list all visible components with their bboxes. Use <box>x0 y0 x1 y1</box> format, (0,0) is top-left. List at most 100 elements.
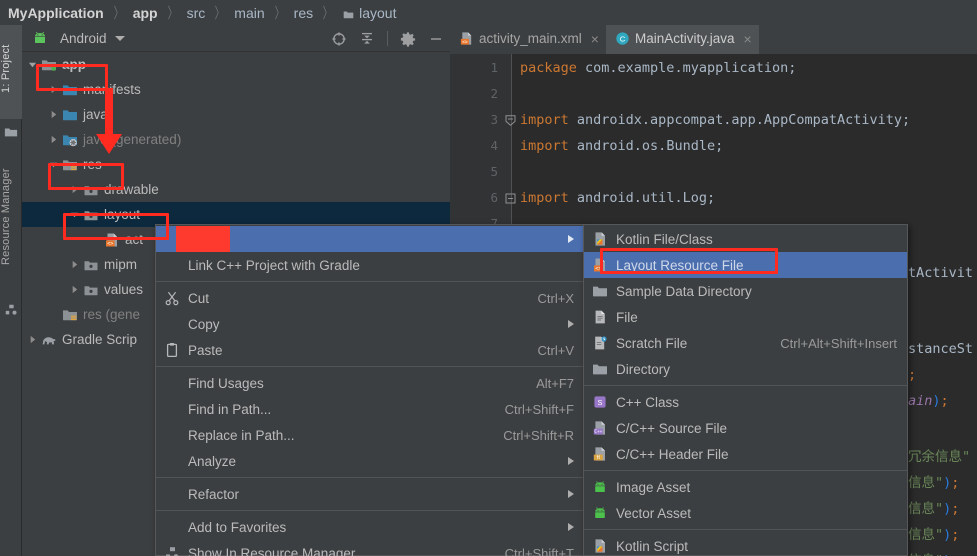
breadcrumb-item-app[interactable]: app <box>133 5 158 21</box>
menu-item-label: C/C++ Source File <box>616 420 728 436</box>
menu-item-cut[interactable]: Cut Ctrl+X <box>156 285 584 311</box>
menu-item-layout-resource-file[interactable]: <> Layout Resource File <box>584 252 907 278</box>
fold-expanded-icon[interactable] <box>505 114 516 126</box>
menu-item-directory[interactable]: Directory <box>584 356 907 382</box>
menu-item-c-c++-source-file[interactable]: C++ C/C++ Source File <box>584 415 907 441</box>
code-line: 信息"); <box>908 497 959 517</box>
menu-item-label: Refactor <box>188 486 240 502</box>
tree-node-res[interactable]: res <box>22 152 450 177</box>
menu-item-label: Sample Data Directory <box>616 283 752 299</box>
res-type-folder-icon <box>84 285 98 295</box>
chevron-right-icon[interactable] <box>49 110 58 119</box>
tree-node-label: values <box>104 282 144 297</box>
breadcrumb-item-src[interactable]: src <box>187 5 206 21</box>
menu-item-scratch-file[interactable]: Scratch File Ctrl+Alt+Shift+Insert <box>584 330 907 356</box>
chevron-right-icon[interactable] <box>49 85 58 94</box>
menu-item-shortcut: Ctrl+X <box>537 290 574 306</box>
xml-layout-file-icon: <> <box>460 32 472 45</box>
breadcrumb-item-main[interactable]: main <box>234 5 264 21</box>
editor-tab-mainactivity-java[interactable]: C MainActivity.java × <box>605 25 759 54</box>
menu-separator <box>156 366 584 367</box>
chevron-down-icon[interactable] <box>28 60 37 69</box>
folder-icon <box>4 128 18 137</box>
menu-item-kotlin-file-class[interactable]: Kotlin File/Class <box>584 226 907 252</box>
menu-item-kotlin-script[interactable]: Kotlin Script <box>584 533 907 556</box>
menu-item-label: Image Asset <box>616 479 691 495</box>
tool-window-button-resource-manager[interactable]: Resource Manager <box>0 145 22 295</box>
code-line: 冗余信息" <box>908 445 970 465</box>
blue-folder-icon <box>63 84 77 95</box>
chevron-down-icon[interactable] <box>70 210 79 219</box>
menu-item-analyze[interactable]: Analyze <box>156 448 584 474</box>
svg-text:S: S <box>598 398 603 407</box>
chevron-down-icon[interactable] <box>114 35 125 41</box>
cpp-header-icon: H <box>593 447 605 461</box>
menu-item-file[interactable]: File <box>584 304 907 330</box>
chevron-right-icon[interactable] <box>28 335 37 344</box>
minimize-icon[interactable] <box>428 31 444 47</box>
menu-item-copy[interactable]: Copy <box>156 311 584 337</box>
tree-node-label: res (gene <box>83 307 141 322</box>
menu-item-find-in-path[interactable]: Find in Path... Ctrl+Shift+F <box>156 396 584 422</box>
code-token: ; <box>908 367 917 383</box>
menu-item-show-in-resource-manager[interactable]: Show In Resource Manager Ctrl+Shift+T <box>156 540 584 556</box>
menu-item-c++-class[interactable]: S C++ Class <box>584 389 907 415</box>
fold-collapsed-icon[interactable] <box>505 192 516 204</box>
menu-item-image-asset[interactable]: Image Asset <box>584 474 907 500</box>
menu-item-replace-in-path[interactable]: Replace in Path... Ctrl+Shift+R <box>156 422 584 448</box>
menu-item-c-c++-header-file[interactable]: H C/C++ Header File <box>584 441 907 467</box>
tree-node-manifests[interactable]: manifests <box>22 77 450 102</box>
menu-item-add-to-favorites[interactable]: Add to Favorites <box>156 514 584 540</box>
new-submenu[interactable]: Kotlin File/Class <> Layout Resource File S… <box>583 224 908 556</box>
res-folder-icon <box>63 159 77 170</box>
menu-item-paste[interactable]: Paste Ctrl+V <box>156 337 584 363</box>
svg-text:H: H <box>597 455 600 461</box>
close-icon[interactable]: × <box>744 31 752 47</box>
chevron-right-icon[interactable] <box>49 135 58 144</box>
code-token: stanceSt <box>908 341 974 357</box>
tree-node-java-generated[interactable]: java (generated) <box>22 127 450 152</box>
tool-window-project-label: 1: Project <box>0 44 12 94</box>
tree-node-label: drawable <box>104 182 159 197</box>
menu-item-refactor[interactable]: Refactor <box>156 481 584 507</box>
context-menu[interactable]: New Link C++ Project with Gradle Cut Ctrl+X… <box>155 224 585 556</box>
menu-item-link-c++-project-with-gradle[interactable]: Link C++ Project with Gradle <box>156 252 584 278</box>
code-token: android.os.Bundle; <box>568 138 724 154</box>
menu-separator <box>156 477 584 478</box>
tree-node-app[interactable]: app <box>22 52 450 77</box>
tree-node-drawable[interactable]: drawable <box>22 177 450 202</box>
scratch-file-icon <box>595 336 607 350</box>
left-tool-window-strip: 1: Project Resource Manager <box>0 25 22 556</box>
gutter-line-number: 5 <box>490 164 498 179</box>
menu-item-label: C/C++ Header File <box>616 446 729 462</box>
toolbar-separator <box>387 31 388 46</box>
gear-icon[interactable] <box>400 31 416 47</box>
breadcrumb-item-myapplication[interactable]: MyApplication <box>8 5 104 21</box>
chevron-down-icon[interactable] <box>49 160 58 169</box>
chevron-right-icon[interactable] <box>70 185 79 194</box>
chevron-right-icon[interactable] <box>70 260 79 269</box>
menu-item-sample-data-directory[interactable]: Sample Data Directory <box>584 278 907 304</box>
editor-tab-activity-main-xml[interactable]: <> activity_main.xml × <box>450 25 606 54</box>
locate-icon[interactable] <box>331 31 347 47</box>
close-icon[interactable]: × <box>591 31 599 47</box>
chevron-right-icon[interactable] <box>70 285 79 294</box>
java-class-icon: C <box>616 32 629 45</box>
code-line: import androidx.appcompat.app.AppCompatA… <box>520 112 910 128</box>
code-token: 信息" <box>908 527 944 543</box>
breadcrumb-item-layout[interactable]: layout <box>342 5 396 21</box>
tree-node-java[interactable]: java <box>22 102 450 127</box>
menu-item-vector-asset[interactable]: Vector Asset <box>584 500 907 526</box>
menu-separator <box>156 510 584 511</box>
breadcrumb-separator: 〉 <box>322 5 333 22</box>
gutter-line-number: 4 <box>490 138 498 153</box>
tool-window-button-project[interactable]: 1: Project <box>0 25 22 119</box>
breadcrumb-item-res[interactable]: res <box>294 5 313 21</box>
gutter-line-number: 1 <box>490 60 498 75</box>
menu-item-label: Analyze <box>188 453 237 469</box>
menu-item-new[interactable]: New <box>156 226 584 252</box>
collapse-all-icon[interactable] <box>359 31 375 47</box>
menu-item-label: Kotlin Script <box>616 538 689 554</box>
tree-node-label: java (generated) <box>83 132 182 147</box>
menu-item-find-usages[interactable]: Find Usages Alt+F7 <box>156 370 584 396</box>
